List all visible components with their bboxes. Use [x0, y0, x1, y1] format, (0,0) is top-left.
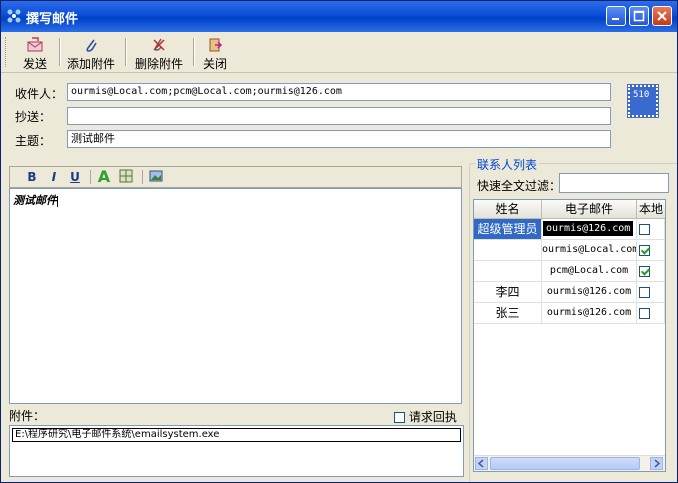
to-field[interactable]: ourmis@Local.com;pcm@Local.com;ourmis@12…	[67, 83, 611, 101]
scroll-right-button[interactable]	[650, 457, 663, 470]
subject-field[interactable]: 测试邮件	[67, 130, 611, 148]
main-toolbar: 发送 添加附件 删除附件 关闭	[1, 32, 677, 73]
request-receipt-checkbox[interactable]: 请求回执	[394, 408, 457, 424]
format-separator	[142, 170, 143, 184]
insert-image-button[interactable]	[148, 169, 164, 185]
scroll-left-button[interactable]	[475, 457, 488, 470]
attachment-list[interactable]: E:\程序研究\电子邮件系统\emailsystem.exe	[9, 425, 464, 477]
table-icon	[119, 169, 133, 183]
chevron-left-icon	[477, 459, 484, 468]
toolbar-grip	[5, 37, 9, 67]
contact-local-cell[interactable]	[637, 240, 665, 261]
message-editor[interactable]: 测试邮件	[9, 188, 462, 404]
column-header-email[interactable]: 电子邮件	[542, 200, 637, 219]
contact-local-cell[interactable]	[637, 261, 665, 282]
request-receipt-label: 请求回执	[408, 410, 457, 424]
toolbar-separator	[125, 38, 127, 66]
message-body: 测试邮件	[13, 194, 57, 207]
bold-button[interactable]: B	[24, 169, 40, 185]
contact-email-cell[interactable]: ourmis@126.com	[542, 282, 637, 303]
image-icon	[149, 170, 163, 182]
local-checkbox[interactable]	[639, 287, 650, 298]
contact-email-cell[interactable]: ourmis@Local.com	[542, 240, 637, 261]
filter-label: 快速全文过滤：	[477, 179, 562, 193]
text-caret	[57, 195, 58, 207]
send-button[interactable]: 发送	[15, 35, 55, 71]
minimize-icon	[612, 18, 619, 20]
remove-attachment-icon	[153, 38, 165, 51]
contact-name-cell[interactable]: 超级管理员	[474, 219, 542, 240]
exit-door-icon	[209, 38, 223, 52]
close-icon	[657, 11, 667, 21]
send-mail-icon	[27, 37, 43, 52]
contact-name-cell[interactable]	[474, 240, 542, 261]
local-checkbox[interactable]	[639, 308, 650, 319]
filter-input[interactable]	[559, 173, 669, 193]
contact-local-cell[interactable]	[637, 303, 665, 324]
remove-attachment-button[interactable]: 删除附件	[131, 35, 187, 71]
local-checkbox[interactable]	[639, 245, 650, 256]
compose-window: 撰写邮件 发送 添加附件 删除附件 关闭 收件人： ourmis@Local.c…	[0, 0, 678, 483]
format-toolbar: B I U A	[9, 166, 462, 188]
checkbox-box[interactable]	[394, 412, 405, 423]
contact-email-cell[interactable]: ourmis@126.com	[542, 219, 637, 240]
window-title: 撰写邮件	[26, 12, 79, 27]
close-window-button[interactable]	[652, 6, 672, 26]
format-separator	[90, 170, 91, 184]
column-header-local[interactable]: 本地	[637, 200, 665, 219]
subject-label: 主题：	[15, 134, 52, 148]
add-attachment-button[interactable]: 添加附件	[63, 35, 119, 71]
title-bar[interactable]: 撰写邮件	[1, 1, 677, 32]
contact-email-cell[interactable]: ourmis@126.com	[542, 303, 637, 324]
minimize-button[interactable]	[606, 6, 626, 26]
table-button[interactable]	[118, 169, 134, 185]
local-checkbox[interactable]	[639, 224, 650, 235]
contact-name-cell[interactable]	[474, 261, 542, 282]
toolbar-separator	[193, 38, 195, 66]
scroll-thumb[interactable]	[490, 457, 640, 470]
close-button[interactable]: 关闭	[199, 35, 231, 71]
contact-name-cell[interactable]: 张三	[474, 303, 542, 324]
underline-button[interactable]: U	[67, 169, 83, 185]
stamp-icon: 510	[627, 84, 659, 118]
horizontal-scrollbar[interactable]	[474, 455, 665, 471]
maximize-button[interactable]	[629, 6, 649, 26]
contact-name-cell[interactable]: 李四	[474, 282, 542, 303]
contacts-group-title: 联系人列表	[475, 156, 540, 173]
list-item[interactable]: E:\程序研究\电子邮件系统\emailsystem.exe	[12, 428, 461, 442]
toolbar-separator	[59, 38, 61, 66]
contact-local-cell[interactable]	[637, 219, 665, 240]
to-label: 收件人：	[15, 87, 64, 101]
italic-button[interactable]: I	[46, 169, 62, 185]
column-header-name[interactable]: 姓名	[474, 200, 542, 219]
cc-field[interactable]	[67, 107, 611, 125]
font-color-button[interactable]: A	[96, 169, 112, 185]
attachment-label: 附件：	[9, 409, 46, 423]
maximize-icon	[633, 10, 645, 22]
chevron-right-icon	[654, 459, 661, 468]
app-icon	[7, 9, 21, 23]
contacts-grid: 姓名 电子邮件 本地 超级管理员 ourmis@126.com ourmis@L…	[473, 199, 666, 472]
contact-local-cell[interactable]	[637, 282, 665, 303]
cc-label: 抄送：	[15, 110, 52, 124]
contact-email-cell[interactable]: pcm@Local.com	[542, 261, 637, 282]
paperclip-icon	[86, 39, 97, 52]
local-checkbox[interactable]	[639, 266, 650, 277]
